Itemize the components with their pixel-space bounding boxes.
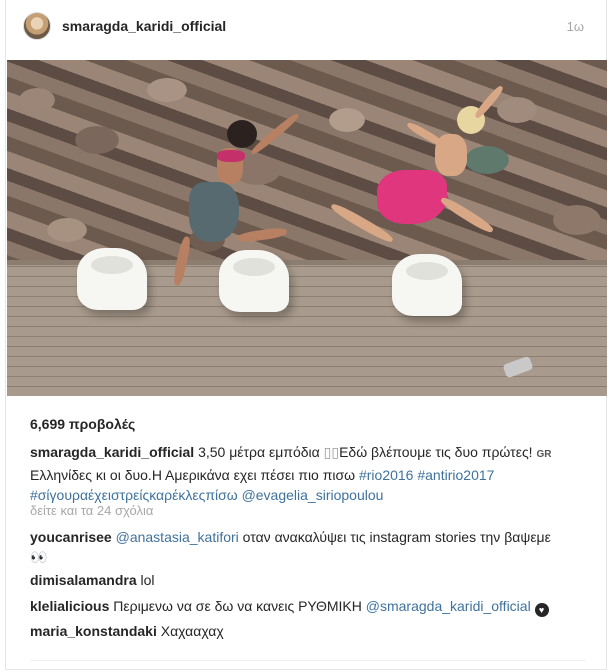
caption-emoji-placeholder: ▯▯ [323,444,340,460]
eyes-emoji: 👀 [30,549,48,565]
comment-username[interactable]: klelialicious [30,598,109,614]
comment-username[interactable]: youcanrisee [30,529,112,545]
comment-item: maria_konstandaki Χαχααχαχ [30,621,590,641]
caption-text-2: Εδώ βλέπουμε τις δυο πρώτες! [339,444,537,460]
comment-text: Περιμενω να σε δω να κανεις ΡΥΘΜΙΚΗ [113,598,366,614]
jumping-woman-left [167,110,301,290]
comment-username[interactable]: dimisalamandra [30,572,137,588]
hashtag-chairs[interactable]: #σίγουραέχειστρείςκαρέκλεςπίσω [30,487,238,503]
view-all-comments-link[interactable]: δείτε και τα 24 σχόλια [30,503,590,518]
post-video[interactable] [7,60,607,396]
heart-icon: ♥ [534,603,549,617]
mention-evagelia[interactable]: @evagelia_siriopoulou [242,487,384,503]
post-username[interactable]: smaragda_karidi_official [62,18,226,34]
caption-username[interactable]: smaragda_karidi_official [30,444,194,460]
hashtag-antirio2017[interactable]: #antirio2017 [417,467,494,483]
caption-text-1: 3,50 μέτρα εμπόδια [198,444,324,460]
comment-mention[interactable]: @anastasia_katifori [116,529,239,545]
comment-text: lol [140,572,155,588]
comment-mention[interactable]: @smaragda_karidi_official [366,598,531,614]
caption-text-3: Ελληνίδες κι οι δυο.Η Αμερικάνα εχει πέσ… [30,467,359,483]
post-header: smaragda_karidi_official 1ω [6,0,606,58]
comment-divider [30,660,586,661]
hashtag-rio2016[interactable]: #rio2016 [359,467,414,483]
comment-text: Χαχααχαχ [160,623,224,639]
avatar[interactable] [23,12,51,40]
jumping-woman-right [329,84,527,270]
post-timestamp[interactable]: 1ω [567,19,584,34]
comment-item: klelialicious Περιμενω να σε δω να κανει… [30,596,590,617]
white-chair-left [77,248,147,310]
comment-item: youcanrisee @anastasia_katifori οταν ανα… [30,527,590,567]
flag-gr: GR [536,449,552,460]
comment-item: dimisalamandra lol [30,570,590,590]
comment-username[interactable]: maria_konstandaki [30,623,157,639]
view-count: 6,699 προβολές [30,416,136,432]
post-card: smaragda_karidi_official 1ω 6,699 προβολ… [5,0,607,670]
post-caption: smaragda_karidi_official 3,50 μέτρα εμπό… [30,442,590,505]
comment-text: οταν ανακαλύψει τις instagram stories τη… [238,529,551,545]
